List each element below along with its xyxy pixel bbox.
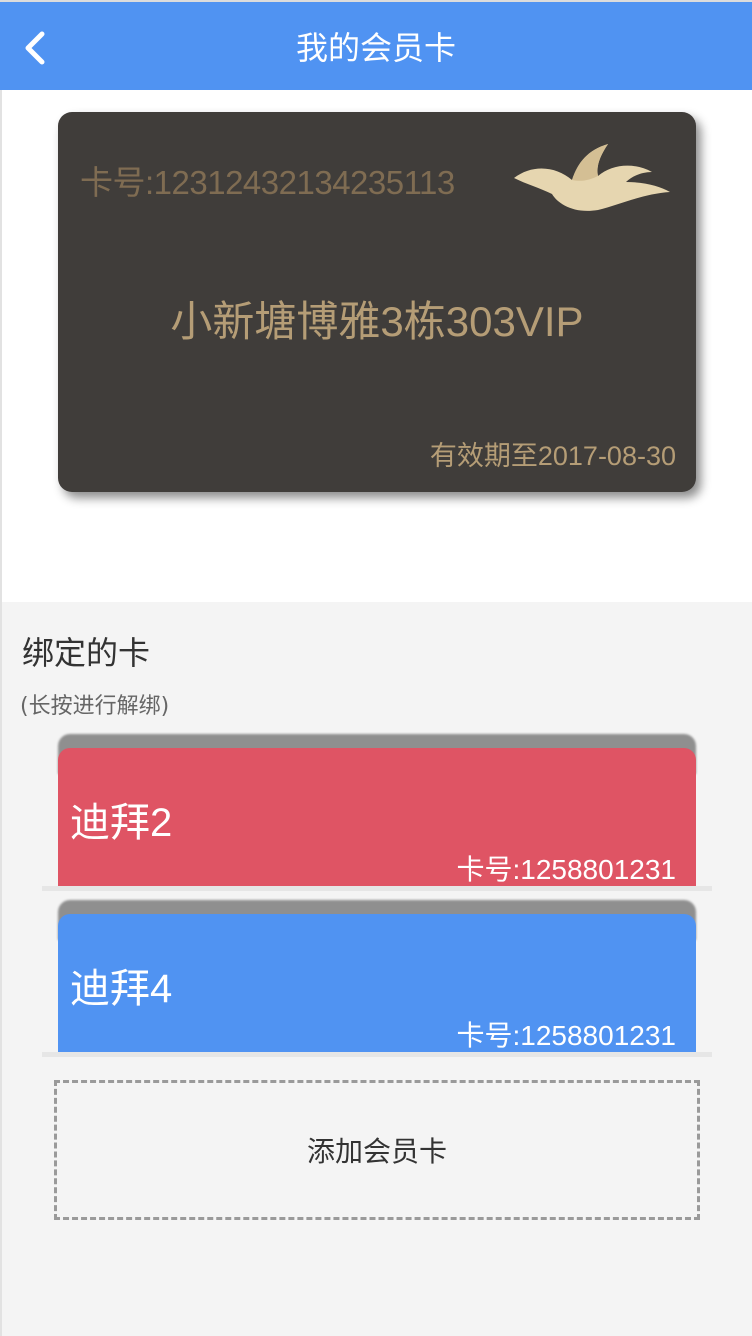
add-card-label: 添加会员卡 — [306, 1135, 447, 1168]
bound-card-item[interactable]: 迪拜2 卡号:1258801231 — [42, 734, 712, 891]
bound-card-face[interactable]: 迪拜4 卡号:1258801231 — [58, 914, 696, 1054]
app-header: 我的会员卡 — [0, 0, 752, 90]
vip-card-number: 卡号:12312432134235113 — [80, 164, 455, 201]
bound-cards-title: 绑定的卡 — [22, 634, 151, 672]
page-title: 我的会员卡 — [295, 29, 456, 67]
bound-card-item[interactable]: 迪拜4 卡号:1258801231 — [42, 900, 712, 1057]
divider — [42, 886, 712, 891]
divider — [42, 1052, 712, 1057]
bound-card-name: 迪拜2 — [70, 801, 173, 845]
vip-card-expiry: 有效期至2017-08-30 — [429, 441, 676, 471]
add-card-button[interactable]: 添加会员卡 — [54, 1080, 700, 1220]
bound-cards-hint: (长按进行解绑) — [20, 694, 170, 719]
bound-card-name: 迪拜4 — [70, 967, 173, 1011]
vip-card-name: 小新塘博雅3栋303VIP — [170, 298, 584, 345]
bound-card-number: 卡号:1258801231 — [456, 854, 676, 885]
bound-card-face[interactable]: 迪拜2 卡号:1258801231 — [58, 748, 696, 888]
bound-card-number: 卡号:1258801231 — [456, 1020, 676, 1051]
bird-logo-icon — [514, 144, 670, 211]
vip-card[interactable]: 卡号:12312432134235113 小新塘博雅3栋303VIP 有效期至2… — [58, 112, 696, 492]
